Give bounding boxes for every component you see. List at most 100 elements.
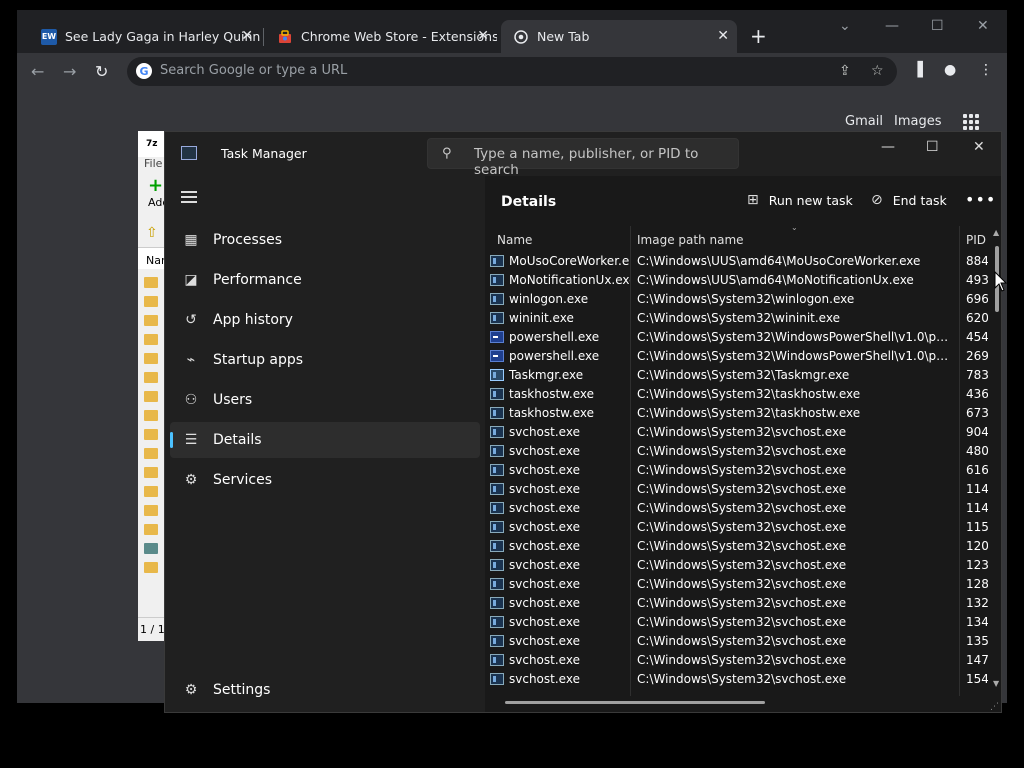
sevenzip-column-name[interactable]: Nam — [138, 247, 166, 269]
google-apps-icon[interactable] — [963, 114, 979, 130]
table-row[interactable]: winlogon.exe C:\Windows\System32\winlogon… — [485, 290, 995, 309]
gmail-link[interactable]: Gmail — [845, 114, 883, 129]
vertical-scrollbar[interactable]: ▲ ▼ — [993, 228, 1001, 688]
folder-icon[interactable] — [144, 467, 158, 478]
table-row[interactable]: svchost.exe C:\Windows\System32\svchost.e… — [485, 613, 995, 632]
table-row[interactable]: powershell.exe C:\Windows\System32\Window… — [485, 347, 995, 366]
nav-app-history[interactable]: ↺ App history — [170, 302, 480, 338]
bookmark-star-icon[interactable]: ☆ — [871, 63, 884, 79]
nav-performance[interactable]: ◪ Performance — [170, 262, 480, 298]
table-row[interactable]: svchost.exe C:\Windows\System32\svchost.e… — [485, 423, 995, 442]
nav-settings[interactable]: ⚙ Settings — [170, 672, 480, 708]
cell-pid: 620 — [966, 311, 988, 325]
cell-pid: 436 — [966, 387, 988, 401]
folder-icon[interactable] — [144, 505, 158, 516]
nav-services[interactable]: ⚙ Services — [170, 462, 480, 498]
images-link[interactable]: Images — [894, 114, 942, 129]
folder-icon[interactable] — [144, 429, 158, 440]
tab-chrome-web-store[interactable]: Chrome Web Store - Extensions ✕ — [265, 20, 497, 53]
sevenzip-up-folder-icon[interactable]: ⇧ — [138, 225, 166, 247]
maximize-icon[interactable]: ☐ — [926, 139, 939, 155]
tab-close-icon[interactable]: ✕ — [241, 28, 253, 44]
cell-image-path: C:\Windows\System32\WindowsPowerShell\v1… — [637, 330, 949, 344]
folder-icon[interactable] — [144, 448, 158, 459]
folder-icon[interactable] — [144, 486, 158, 497]
side-panel-icon[interactable]: ▐ — [912, 62, 923, 78]
column-header-name[interactable]: Name — [497, 226, 532, 252]
column-header-pid[interactable]: PID — [966, 226, 986, 252]
omnibox[interactable]: G Search Google or type a URL ⇪ ☆ — [127, 57, 897, 86]
run-new-task-button[interactable]: ⊞ Run new task — [747, 192, 853, 208]
folder-icon[interactable] — [144, 315, 158, 326]
cell-image-path: C:\Windows\System32\Taskmgr.exe — [637, 368, 850, 382]
minimize-icon[interactable]: — — [881, 139, 895, 155]
table-row[interactable]: MoNotificationUx.exe C:\Windows\UUS\amd64… — [485, 271, 995, 290]
services-icon: ⚙ — [184, 472, 198, 488]
minimize-icon[interactable]: — — [885, 18, 899, 34]
table-row[interactable]: svchost.exe C:\Windows\System32\svchost.e… — [485, 442, 995, 461]
nav-processes[interactable]: ▦ Processes — [170, 222, 480, 258]
table-row[interactable]: svchost.exe C:\Windows\System32\svchost.e… — [485, 670, 995, 689]
tab-lady-gaga[interactable]: EW See Lady Gaga in Harley Quinn m ✕ — [29, 20, 261, 53]
table-row[interactable]: svchost.exe C:\Windows\System32\svchost.e… — [485, 461, 995, 480]
nav-users[interactable]: ⚇ Users — [170, 382, 480, 418]
table-row[interactable]: svchost.exe C:\Windows\System32\svchost.e… — [485, 537, 995, 556]
maximize-icon[interactable]: ☐ — [931, 18, 944, 34]
share-icon[interactable]: ⇪ — [839, 63, 851, 79]
cell-image-path: C:\Windows\System32\svchost.exe — [637, 577, 847, 591]
cell-name: svchost.exe — [490, 596, 630, 610]
chrome-menu-icon[interactable]: ⋮ — [979, 62, 993, 78]
forward-arrow-icon[interactable]: → — [63, 62, 76, 81]
folder-icon[interactable] — [144, 543, 158, 554]
close-icon[interactable]: ✕ — [973, 139, 985, 155]
folder-icon[interactable] — [144, 353, 158, 364]
table-row[interactable]: taskhostw.exe C:\Windows\System32\taskhos… — [485, 385, 995, 404]
tab-close-icon[interactable]: ✕ — [477, 28, 489, 44]
folder-icon[interactable] — [144, 410, 158, 421]
sevenzip-add-button[interactable]: +Add — [138, 175, 166, 225]
table-row[interactable]: svchost.exe C:\Windows\System32\svchost.e… — [485, 632, 995, 651]
sevenzip-file-menu[interactable]: File — [138, 157, 166, 175]
table-row[interactable]: svchost.exe C:\Windows\System32\svchost.e… — [485, 594, 995, 613]
folder-icon[interactable] — [144, 296, 158, 307]
hamburger-menu-icon[interactable] — [181, 191, 197, 203]
tab-close-icon[interactable]: ✕ — [717, 28, 729, 44]
table-row[interactable]: svchost.exe C:\Windows\System32\svchost.e… — [485, 499, 995, 518]
tab-search-chevron-icon[interactable]: ⌄ — [839, 18, 851, 34]
table-row[interactable]: svchost.exe C:\Windows\System32\svchost.e… — [485, 556, 995, 575]
table-row[interactable]: svchost.exe C:\Windows\System32\svchost.e… — [485, 575, 995, 594]
resize-grip-icon[interactable]: ⋰ — [990, 702, 999, 712]
folder-icon[interactable] — [144, 372, 158, 383]
table-row[interactable]: Taskmgr.exe C:\Windows\System32\Taskmgr.e… — [485, 366, 995, 385]
cell-pid: 696 — [966, 292, 988, 306]
back-arrow-icon[interactable]: ← — [31, 62, 44, 81]
sevenzip-window: 7z File +Add ⇧ Nam 1 / 1 — [138, 131, 166, 641]
table-row[interactable]: taskhostw.exe C:\Windows\System32\taskhos… — [485, 404, 995, 423]
tab-new-tab[interactable]: New Tab ✕ — [501, 20, 737, 53]
cell-pid: 120 — [966, 539, 988, 553]
profile-avatar-icon[interactable]: ● — [944, 62, 956, 78]
end-task-button[interactable]: ⊘ End task — [871, 192, 947, 208]
table-row[interactable]: powershell.exe C:\Windows\System32\Window… — [485, 328, 995, 347]
table-row[interactable]: svchost.exe C:\Windows\System32\svchost.e… — [485, 518, 995, 537]
scroll-up-icon[interactable]: ▲ — [993, 228, 999, 237]
scroll-down-icon[interactable]: ▼ — [993, 679, 999, 688]
close-window-icon[interactable]: ✕ — [977, 18, 989, 34]
new-tab-plus-icon[interactable]: + — [750, 24, 767, 48]
folder-icon[interactable] — [144, 524, 158, 535]
folder-icon[interactable] — [144, 391, 158, 402]
search-input[interactable]: ⚲ Type a name, publisher, or PID to sear… — [427, 138, 739, 178]
column-header-path[interactable]: Image path name — [637, 226, 744, 252]
folder-icon[interactable] — [144, 277, 158, 288]
nav-details[interactable]: ☰ Details — [170, 422, 480, 458]
table-row[interactable]: svchost.exe C:\Windows\System32\svchost.e… — [485, 651, 995, 670]
nav-startup-apps[interactable]: ⌁ Startup apps — [170, 342, 480, 378]
folder-icon[interactable] — [144, 562, 158, 573]
folder-icon[interactable] — [144, 334, 158, 345]
table-row[interactable]: svchost.exe C:\Windows\System32\svchost.e… — [485, 480, 995, 499]
reload-icon[interactable]: ↻ — [95, 62, 108, 81]
table-row[interactable]: MoUsoCoreWorker.e... C:\Windows\UUS\amd64… — [485, 252, 995, 271]
more-options-icon[interactable]: ••• — [965, 190, 996, 209]
table-row[interactable]: wininit.exe C:\Windows\System32\wininit.e… — [485, 309, 995, 328]
horizontal-scrollbar[interactable] — [505, 701, 765, 704]
